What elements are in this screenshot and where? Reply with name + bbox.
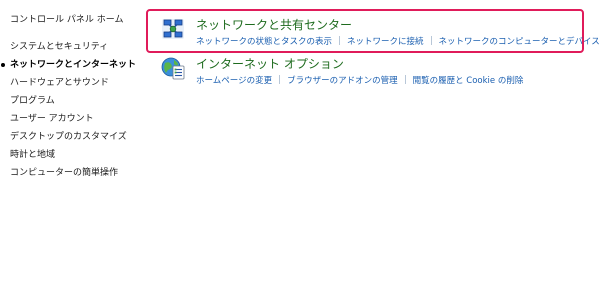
internet-options-links: ホームページの変更 ブラウザーのアドオンの管理 閲覧の履歴と Cookie の削除	[196, 74, 523, 86]
link-separator	[339, 36, 341, 45]
sidebar-item-programs[interactable]: プログラム	[10, 92, 136, 110]
sidebar-item-ease-of-access[interactable]: コンピューターの簡単操作	[10, 164, 136, 182]
link-separator	[279, 75, 281, 84]
manage-addons-link[interactable]: ブラウザーのアドオンの管理	[287, 76, 398, 86]
network-sharing-center-icon[interactable]	[161, 17, 185, 41]
internet-options-icon[interactable]	[161, 56, 185, 80]
link-separator	[404, 75, 406, 84]
view-network-computers-link[interactable]: ネットワークのコンピューターとデバイスの表示	[439, 37, 600, 47]
sidebar-item-label: ネットワークとインターネット	[10, 60, 137, 70]
link-separator	[430, 36, 432, 45]
network-sharing-center-links: ネットワークの状態とタスクの表示 ネットワークに接続 ネットワークのコンピューターと…	[196, 35, 600, 47]
active-item-bullet	[1, 63, 5, 67]
sidebar-item-clock-region[interactable]: 時計と地域	[10, 146, 136, 164]
internet-options-title[interactable]: インターネット オプション	[196, 55, 344, 72]
delete-browsing-history-link[interactable]: 閲覧の履歴と Cookie の削除	[413, 76, 524, 86]
sidebar-item-appearance[interactable]: デスクトップのカスタマイズ	[10, 128, 136, 146]
sidebar-item-network-internet[interactable]: ネットワークとインターネット	[1, 56, 137, 74]
sidebar-item-user-accounts[interactable]: ユーザー アカウント	[10, 110, 136, 128]
sidebar-category-list: システムとセキュリティ ネットワークとインターネット ハードウェアとサウンド プ…	[1, 38, 137, 182]
connect-to-network-link[interactable]: ネットワークに接続	[347, 37, 424, 47]
change-home-page-link[interactable]: ホームページの変更	[196, 76, 272, 86]
view-network-status-link[interactable]: ネットワークの状態とタスクの表示	[196, 37, 332, 47]
sidebar-item-system-security[interactable]: システムとセキュリティ	[10, 38, 136, 56]
network-sharing-center-title[interactable]: ネットワークと共有センター	[196, 16, 352, 33]
control-panel-home-link[interactable]: コントロール パネル ホーム	[10, 12, 123, 25]
sidebar-item-hardware-sound[interactable]: ハードウェアとサウンド	[10, 74, 136, 92]
control-panel-window: コントロール パネル ホーム システムとセキュリティ ネットワークとインターネッ…	[0, 0, 600, 306]
